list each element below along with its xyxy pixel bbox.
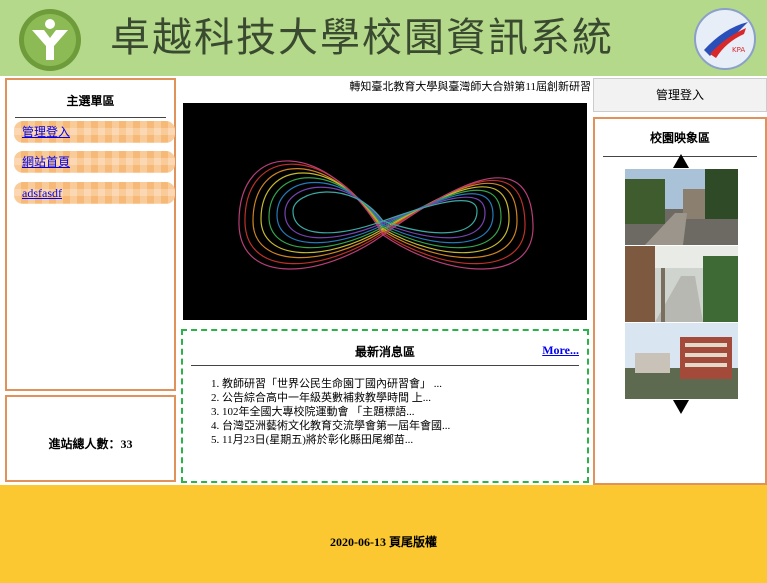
- news-item[interactable]: 2. 公告綜合高中一年級英數補救教學時間 上...: [211, 391, 450, 405]
- news-item[interactable]: 1. 教師研習「世界公民生命園丁國內研習會」 ...: [211, 377, 450, 391]
- visitor-counter: 進站總人數：33: [48, 437, 133, 451]
- site-title: 卓越科技大學校園資訊系統: [110, 15, 614, 61]
- menu-item-adsfasdf[interactable]: adsfasdf: [14, 182, 175, 204]
- divider: [191, 365, 579, 366]
- marquee-text[interactable]: 轉知臺北教育大學與臺灣師大合辦第11屆創新研習: [349, 81, 591, 93]
- campus-photo[interactable]: [625, 169, 738, 245]
- menu-link-adsfasdf[interactable]: adsfasdf: [22, 186, 62, 200]
- arrow-globe-logo-icon: KPA: [694, 8, 756, 70]
- school-emblem-icon: [19, 9, 81, 71]
- latest-news-title: 最新消息區: [354, 345, 415, 359]
- admin-login-button[interactable]: 管理登入: [593, 78, 767, 112]
- campus-photo[interactable]: [625, 246, 738, 322]
- latest-news-panel: 最新消息區 More... 1. 教師研習「世界公民生命園丁國內研習會」 ...…: [181, 329, 589, 483]
- site-header: 卓越科技大學校園資訊系統 KPA: [0, 0, 767, 76]
- news-more-link[interactable]: More...: [542, 343, 579, 358]
- butterfly-curve-graphic: [238, 160, 534, 270]
- visitor-counter-panel: 進站總人數：33: [5, 395, 176, 482]
- news-list: 1. 教師研習「世界公民生命園丁國內研習會」 ... 2. 公告綜合高中一年級英…: [211, 377, 450, 447]
- logo-caption: KPA: [732, 46, 745, 54]
- campus-gallery-title: 校園映象區: [649, 131, 710, 145]
- banner-animation: [183, 103, 587, 320]
- site-footer: 2020-06-13 頁尾版權: [0, 485, 767, 583]
- news-item[interactable]: 4. 台灣亞洲藝術文化教育交流學會第一屆年會國...: [211, 419, 450, 433]
- menu-link-admin-login[interactable]: 管理登入: [22, 125, 70, 139]
- news-item[interactable]: 5. 11月23日(星期五)將於彰化縣田尾鄉苗...: [211, 433, 450, 447]
- menu-item-home[interactable]: 網站首頁: [14, 151, 175, 173]
- menu-item-admin-login[interactable]: 管理登入: [14, 121, 175, 143]
- triangle-down-icon[interactable]: [673, 400, 689, 414]
- admin-login-label[interactable]: 管理登入: [656, 88, 704, 102]
- divider: [15, 117, 166, 118]
- menu-link-home[interactable]: 網站首頁: [22, 155, 70, 169]
- news-item[interactable]: 3. 102年全國大專校院運動會 「主題標語...: [211, 405, 450, 419]
- news-marquee[interactable]: 轉知臺北教育大學與臺灣師大合辦第11屆創新研習: [182, 78, 591, 94]
- campus-photo[interactable]: [625, 323, 738, 399]
- triangle-up-icon[interactable]: [673, 154, 689, 168]
- footer-copyright: 2020-06-13 頁尾版權: [330, 535, 437, 549]
- main-menu-title: 主選單區: [66, 94, 115, 108]
- main-menu-panel: 主選單區 管理登入 網站首頁 adsfasdf: [5, 78, 176, 391]
- campus-gallery-panel: 校園映象區: [593, 117, 767, 485]
